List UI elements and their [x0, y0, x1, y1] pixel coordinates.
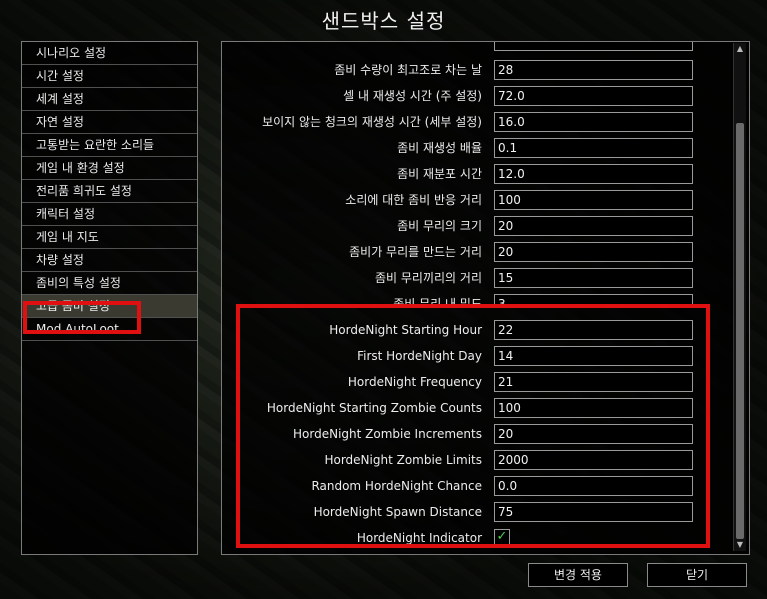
setting-label: 좀비 재분포 시간: [397, 167, 482, 181]
hordenight-highlight-box: [236, 304, 710, 548]
sidebar-item-zombie-lore[interactable]: 좀비의 특성 설정: [22, 272, 197, 295]
setting-label: 좀비 무리의 크기: [397, 219, 482, 233]
setting-row: [222, 42, 732, 61]
setting-row: 좀비가 무리를 만드는 거리 20: [222, 241, 732, 267]
sidebar-item-vehicle[interactable]: 차량 설정: [22, 249, 197, 272]
setting-label: 좀비가 무리를 만드는 거리: [349, 245, 482, 259]
scroll-down-icon[interactable]: ▼: [734, 539, 746, 551]
setting-label: 좀비 재생성 배율: [397, 141, 482, 155]
setting-field: [494, 42, 693, 51]
sidebar-item-map[interactable]: 게임 내 지도: [22, 226, 197, 249]
setting-field[interactable]: 20: [494, 242, 693, 262]
setting-field[interactable]: 16.0: [494, 112, 693, 132]
setting-row: 보이지 않는 청크의 재생성 시간 (세부 설정) 16.0: [222, 111, 732, 137]
sidebar-item-time[interactable]: 시간 설정: [22, 65, 197, 88]
setting-field[interactable]: 12.0: [494, 164, 693, 184]
setting-field[interactable]: 72.0: [494, 86, 693, 106]
setting-label: 셀 내 재생성 시간 (주 설정): [343, 89, 482, 103]
sidebar-item-scenario[interactable]: 시나리오 설정: [22, 42, 197, 65]
scroll-up-icon[interactable]: ▲: [734, 43, 746, 55]
sidebar-item-environment[interactable]: 게임 내 환경 설정: [22, 157, 197, 180]
sidebar-item-character[interactable]: 캐릭터 설정: [22, 203, 197, 226]
setting-label: [222, 42, 482, 57]
sidebar-item-nature[interactable]: 자연 설정: [22, 111, 197, 134]
close-button[interactable]: 닫기: [647, 563, 747, 587]
setting-label: 좀비 수량이 최고조로 차는 날: [334, 63, 482, 77]
sidebar-item-world[interactable]: 세계 설정: [22, 88, 197, 111]
setting-row: 소리에 대한 좀비 반응 거리 100: [222, 189, 732, 215]
setting-row: 좀비 수량이 최고조로 차는 날 28: [222, 59, 732, 85]
setting-row: 좀비 재생성 배율 0.1: [222, 137, 732, 163]
settings-scrollbar[interactable]: ▲ ▼: [733, 43, 746, 551]
setting-row: 좀비 무리의 크기 20: [222, 215, 732, 241]
apply-changes-button[interactable]: 변경 적용: [528, 563, 628, 587]
setting-field[interactable]: 15: [494, 268, 693, 288]
setting-field[interactable]: 20: [494, 216, 693, 236]
setting-row: 셀 내 재생성 시간 (주 설정) 72.0: [222, 85, 732, 111]
sidebar: 시나리오 설정 시간 설정 세계 설정 자연 설정 고통받는 요란한 소리들 게…: [21, 41, 198, 555]
setting-label: 소리에 대한 좀비 반응 거리: [345, 193, 482, 207]
setting-row: 좀비 무리끼리의 거리 15: [222, 267, 732, 293]
setting-field[interactable]: 28: [494, 60, 693, 80]
setting-field[interactable]: 0.1: [494, 138, 693, 158]
setting-field[interactable]: 100: [494, 190, 693, 210]
sidebar-list: 시나리오 설정 시간 설정 세계 설정 자연 설정 고통받는 요란한 소리들 게…: [22, 42, 197, 341]
sidebar-item-sounds[interactable]: 고통받는 요란한 소리들: [22, 134, 197, 157]
sidebar-highlight-box: [23, 301, 141, 334]
setting-row: 좀비 재분포 시간 12.0: [222, 163, 732, 189]
scrollbar-thumb[interactable]: [736, 123, 744, 539]
page-title: 샌드박스 설정: [321, 9, 446, 33]
setting-label: 좀비 무리끼리의 거리: [375, 271, 482, 285]
sidebar-item-loot-rarity[interactable]: 전리품 희귀도 설정: [22, 180, 197, 203]
setting-label: 보이지 않는 청크의 재생성 시간 (세부 설정): [262, 115, 482, 129]
